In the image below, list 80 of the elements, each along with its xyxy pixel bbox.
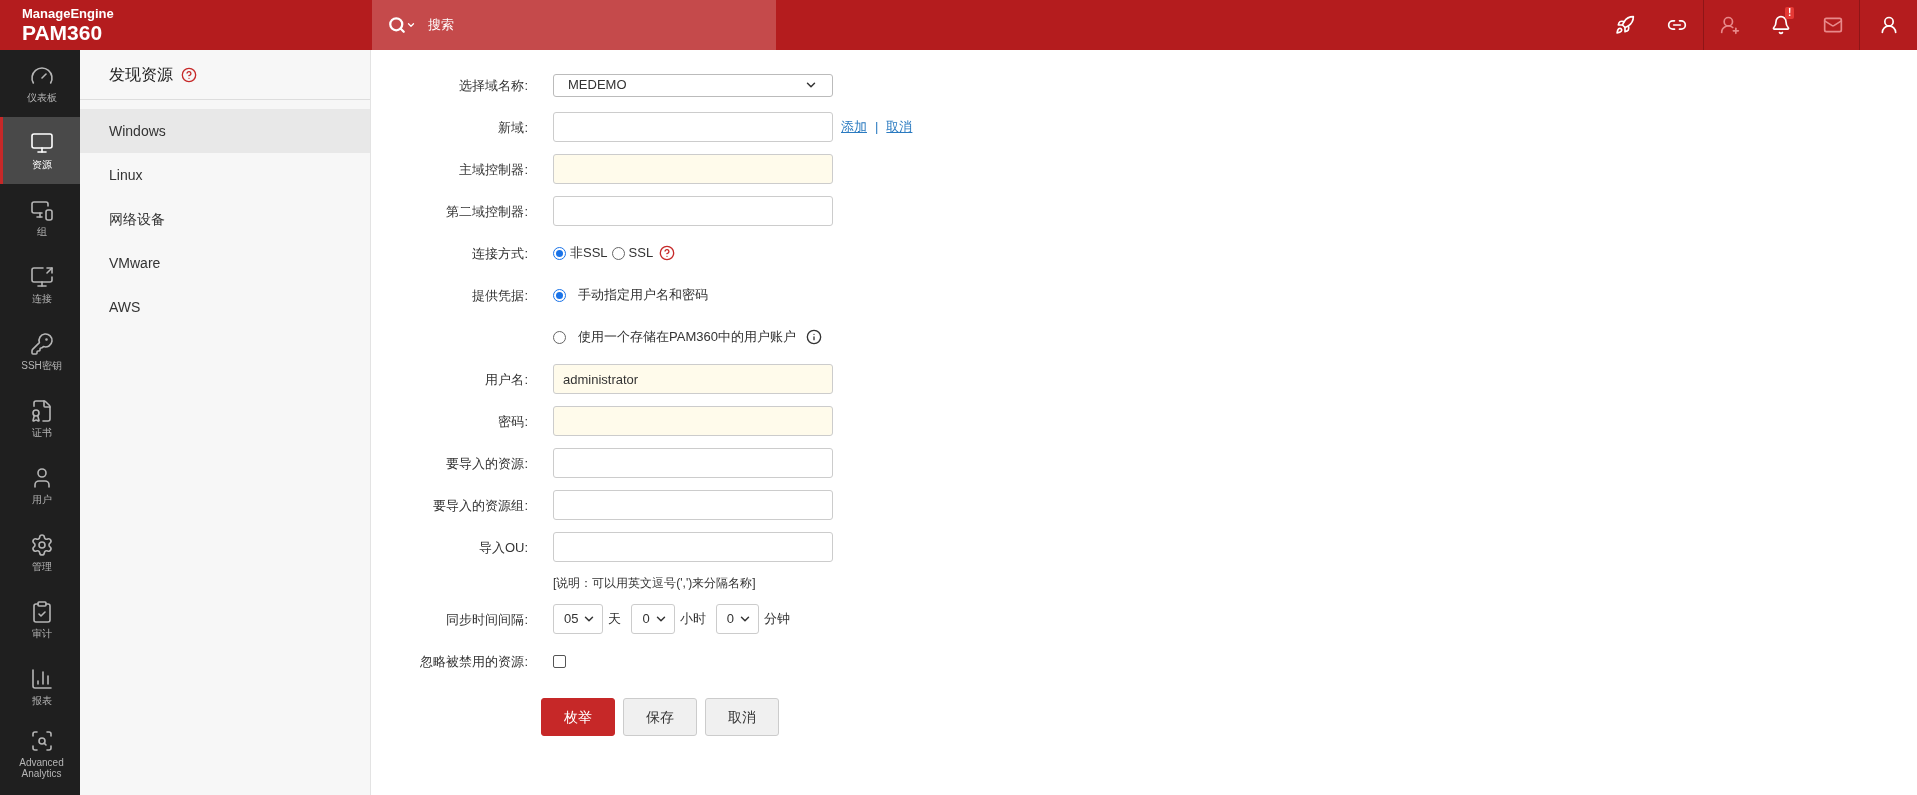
username-field[interactable]: administrator xyxy=(553,364,833,394)
analytics-icon xyxy=(29,728,54,753)
sidebar-item[interactable]: 证书 xyxy=(0,385,80,452)
cancel-link[interactable]: 取消 xyxy=(886,117,913,137)
subnav-item[interactable]: 网络设备 xyxy=(80,197,370,241)
text-field[interactable] xyxy=(553,490,833,520)
search-field[interactable]: 搜索 xyxy=(372,0,776,50)
user-icon[interactable] xyxy=(1878,15,1899,35)
password-field[interactable] xyxy=(553,406,833,436)
add-link[interactable]: 添加 xyxy=(841,117,867,137)
field-label: 主域控制器: xyxy=(459,162,528,177)
field-label: 选择域名称: xyxy=(459,78,528,93)
subnav-item[interactable]: Windows xyxy=(80,109,370,153)
sidebar-item[interactable]: 用户 xyxy=(0,452,80,519)
interval-select[interactable]: 05 xyxy=(553,604,604,634)
sidebar-item[interactable]: SSH密钥 xyxy=(0,318,80,385)
bell-icon[interactable] xyxy=(1771,15,1791,35)
brand-title: PAM360 xyxy=(22,22,104,43)
text-field[interactable] xyxy=(553,532,833,562)
field-label: 同步时间间隔: xyxy=(446,612,528,627)
radio-button[interactable] xyxy=(611,246,625,260)
interval-select[interactable]: 0 xyxy=(715,604,759,634)
info-icon[interactable] xyxy=(805,329,822,345)
subnav-item[interactable]: AWS xyxy=(80,285,370,329)
domain-select[interactable]: MEDEMO xyxy=(553,73,833,97)
help-icon[interactable] xyxy=(181,66,197,83)
unit-label: 小时 xyxy=(679,610,706,629)
subnav-item[interactable]: VMware xyxy=(80,241,370,285)
text-field[interactable] xyxy=(553,196,833,226)
gear-icon xyxy=(29,533,54,557)
text-field[interactable] xyxy=(553,154,833,184)
radio-label: 手动指定用户名和密码 xyxy=(578,286,708,305)
monitor-icon xyxy=(29,131,54,155)
form-button[interactable]: 取消 xyxy=(705,698,779,736)
notification-badge: ! xyxy=(1785,7,1795,19)
unit-label: 天 xyxy=(608,610,622,629)
help-icon[interactable] xyxy=(659,245,676,261)
field-label: 新域: xyxy=(498,120,528,135)
field-label: 忽略被禁用的资源: xyxy=(420,654,528,669)
field-label: 要导入的资源组: xyxy=(433,498,528,513)
sidebar-item[interactable]: 组 xyxy=(0,184,80,251)
field-label: 密码: xyxy=(498,414,528,429)
panel-title: 发现资源 xyxy=(109,64,173,85)
sidebar-item[interactable]: 报表 xyxy=(0,653,80,720)
radio-label: SSL xyxy=(628,244,654,263)
text-field[interactable] xyxy=(553,112,833,142)
certificate-icon xyxy=(29,399,54,423)
hint-text: [说明：可以用英文逗号(',')来分隔名称] xyxy=(553,575,756,592)
sidebar-item[interactable]: 管理 xyxy=(0,519,80,586)
interval-select[interactable]: 0 xyxy=(631,604,675,634)
unit-label: 分钟 xyxy=(763,610,790,629)
form-button[interactable]: 枚举 xyxy=(541,698,615,736)
search-icon[interactable] xyxy=(388,16,416,34)
form-button[interactable]: 保存 xyxy=(623,698,697,736)
sidebar-item[interactable]: 审计 xyxy=(0,586,80,653)
sidebar-item[interactable]: 仪表板 xyxy=(0,50,80,117)
link-separator: | xyxy=(875,118,879,137)
mail-icon[interactable] xyxy=(1823,15,1843,35)
bar-chart-icon xyxy=(29,667,54,691)
sidebar-item[interactable]: 资源 xyxy=(0,117,80,184)
field-label: 导入OU: xyxy=(478,540,528,555)
field-label: 用户名: xyxy=(485,372,528,387)
radio-label: 非SSL xyxy=(570,244,608,263)
field-label: 第二域控制器: xyxy=(446,204,528,219)
radio-button[interactable] xyxy=(553,330,566,344)
checkbox[interactable] xyxy=(553,654,566,668)
field-label: 要导入的资源: xyxy=(446,456,528,471)
sidebar-item[interactable]: 连接 xyxy=(0,251,80,318)
rocket-icon[interactable] xyxy=(1615,15,1635,35)
text-field[interactable] xyxy=(553,448,833,478)
sidebar-item[interactable]: Advanced Analytics xyxy=(0,720,80,787)
field-label: 连接方式: xyxy=(472,246,528,261)
radio-button[interactable] xyxy=(553,246,566,260)
field-label: 提供凭据: xyxy=(472,288,528,303)
subnav-item[interactable]: Linux xyxy=(80,153,370,197)
brand-subtitle: ManageEngine xyxy=(22,7,115,20)
radio-label: 使用一个存储在PAM360中的用户账户 xyxy=(578,328,796,347)
radio-button[interactable] xyxy=(553,288,566,302)
monitors-icon xyxy=(29,198,54,222)
key-icon xyxy=(29,332,54,356)
